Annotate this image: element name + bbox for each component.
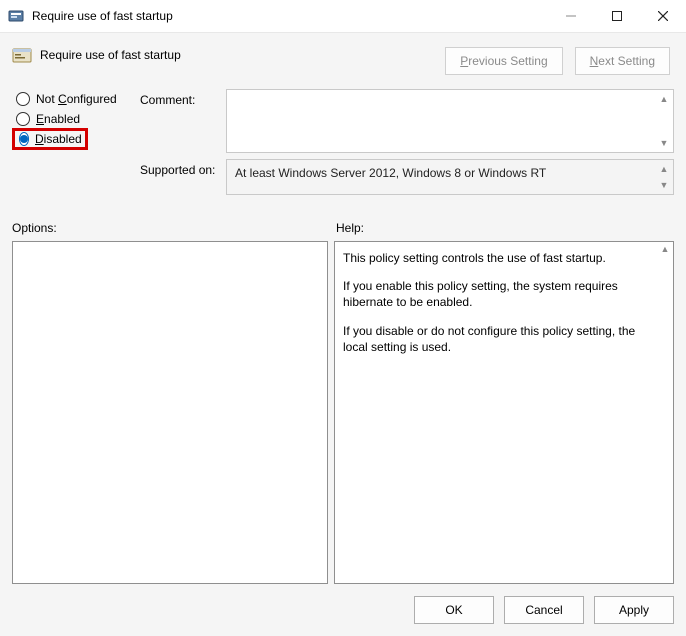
scroll-up-icon[interactable]: ▲ (657, 162, 671, 176)
policy-app-icon (8, 8, 24, 24)
scroll-down-icon[interactable]: ▼ (657, 178, 671, 192)
cancel-button[interactable]: Cancel (504, 596, 584, 624)
supported-on-text: At least Windows Server 2012, Windows 8 … (227, 160, 673, 186)
titlebar: Require use of fast startup (0, 0, 686, 32)
help-pane: This policy setting controls the use of … (334, 241, 674, 584)
next-setting-button[interactable]: Next Setting (575, 47, 670, 75)
options-pane (12, 241, 328, 584)
window-title: Require use of fast startup (32, 9, 173, 23)
radio-enabled[interactable]: Enabled (12, 109, 134, 129)
radio-not-configured-label: Not Configured (36, 92, 117, 106)
supported-on-label: Supported on: (140, 159, 220, 195)
scroll-down-icon[interactable]: ▼ (657, 136, 671, 150)
options-label: Options: (12, 221, 328, 235)
radio-not-configured[interactable]: Not Configured (12, 89, 134, 109)
radio-disabled-label: Disabled (35, 132, 82, 146)
help-label: Help: (328, 221, 674, 235)
comment-input[interactable]: ▲ ▼ (226, 89, 674, 153)
radio-disabled[interactable]: Disabled (12, 128, 88, 150)
maximize-button[interactable] (594, 0, 640, 32)
help-paragraph: If you enable this policy setting, the s… (343, 278, 653, 310)
comment-label: Comment: (140, 89, 220, 153)
close-button[interactable] (640, 0, 686, 32)
scroll-up-icon[interactable]: ▲ (657, 92, 671, 106)
help-paragraph: If you disable or do not configure this … (343, 323, 653, 355)
scroll-up-icon[interactable]: ▲ (658, 242, 672, 256)
help-paragraph: This policy setting controls the use of … (343, 250, 653, 266)
supported-on-field: At least Windows Server 2012, Windows 8 … (226, 159, 674, 195)
minimize-button[interactable] (548, 0, 594, 32)
radio-enabled-label: Enabled (36, 112, 80, 126)
ok-button[interactable]: OK (414, 596, 494, 624)
apply-button[interactable]: Apply (594, 596, 674, 624)
previous-setting-button[interactable]: Previous Setting (445, 47, 562, 75)
